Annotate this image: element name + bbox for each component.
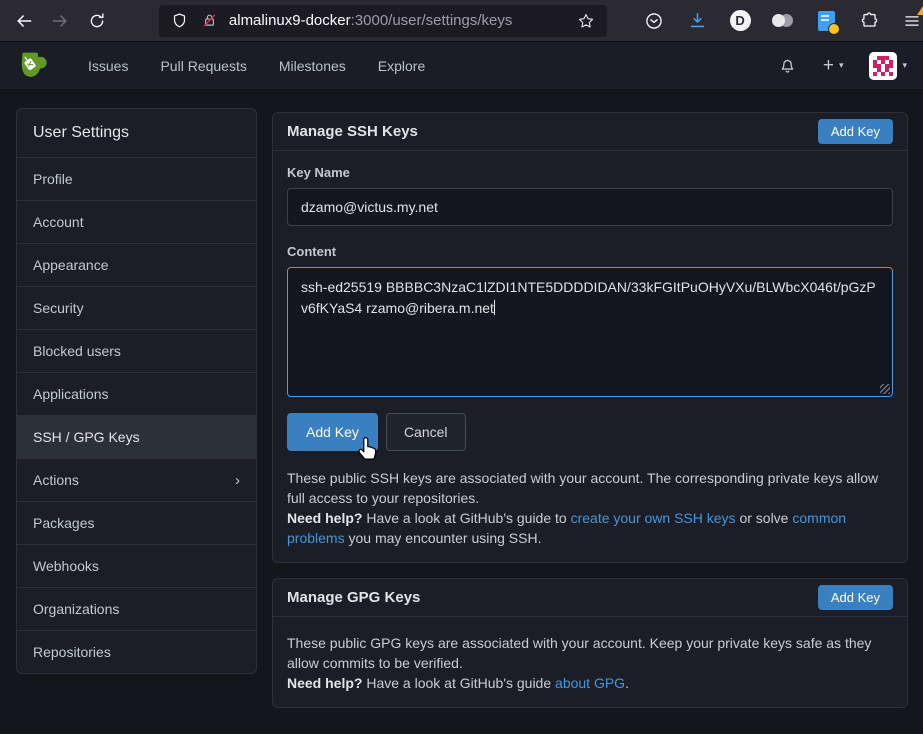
ssh-panel-title: Manage SSH Keys <box>287 123 418 140</box>
clock-badge-icon <box>828 23 840 35</box>
sidebar-item-blocked-users[interactable]: Blocked users <box>17 329 256 372</box>
key-name-input[interactable] <box>287 188 893 226</box>
gitea-navbar: Issues Pull Requests Milestones Explore … <box>0 42 923 90</box>
nav-item-explore[interactable]: Explore <box>362 48 441 84</box>
url-host: almalinux9-docker <box>229 12 351 29</box>
create-new-button[interactable]: + ▾ <box>823 56 844 75</box>
browser-toolbar: almalinux9-docker:3000/user/settings/key… <box>0 0 923 42</box>
pocket-icon[interactable] <box>643 10 665 32</box>
text-caret <box>494 300 495 315</box>
extension-document-icon[interactable] <box>815 10 837 32</box>
sidebar-item-actions[interactable]: Actions› <box>17 458 256 501</box>
nav-item-issues[interactable]: Issues <box>72 48 144 84</box>
content-label: Content <box>287 244 893 259</box>
downloads-icon[interactable] <box>686 10 708 32</box>
cancel-button[interactable]: Cancel <box>386 413 466 451</box>
sidebar-item-security[interactable]: Security <box>17 286 256 329</box>
resize-grip[interactable] <box>880 384 890 394</box>
gpg-keys-panel: Manage GPG Keys Add Key These public GPG… <box>272 578 908 708</box>
gpg-help-text: These public GPG keys are associated wit… <box>287 633 893 693</box>
reload-icon <box>88 12 106 30</box>
chevron-down-icon: ▾ <box>902 60 907 71</box>
chevron-right-icon: › <box>235 473 240 488</box>
extension-d-icon[interactable]: D <box>729 10 751 32</box>
sidebar-item-packages[interactable]: Packages <box>17 501 256 544</box>
notifications-button[interactable] <box>778 56 797 75</box>
toolbar-extensions: D <box>643 10 923 32</box>
key-content-value: ssh-ed25519 BBBBC3NzaC1lZDI1NTE5DDDDIDAN… <box>301 279 876 316</box>
bookmark-star-icon[interactable] <box>575 10 597 32</box>
ssh-add-key-header-button[interactable]: Add Key <box>818 119 893 144</box>
url-bar[interactable]: almalinux9-docker:3000/user/settings/key… <box>159 5 607 37</box>
avatar <box>869 52 897 80</box>
forward-icon <box>50 11 70 31</box>
key-content-textarea[interactable]: ssh-ed25519 BBBBC3NzaC1lZDI1NTE5DDDDIDAN… <box>287 267 893 397</box>
url-text[interactable]: almalinux9-docker:3000/user/settings/key… <box>229 12 567 29</box>
insecure-lock-icon[interactable] <box>199 10 221 32</box>
extension-circles-icon[interactable] <box>772 10 794 32</box>
extensions-puzzle-icon[interactable] <box>858 10 880 32</box>
add-key-submit-button[interactable]: Add Key <box>287 413 378 451</box>
nav-item-pull-requests[interactable]: Pull Requests <box>144 48 262 84</box>
sidebar-item-profile[interactable]: Profile <box>17 157 256 200</box>
key-name-label: Key Name <box>287 165 893 180</box>
nav-item-milestones[interactable]: Milestones <box>263 48 362 84</box>
gpg-add-key-header-button[interactable]: Add Key <box>818 585 893 610</box>
sidebar-item-appearance[interactable]: Appearance <box>17 243 256 286</box>
app-menu-icon[interactable] <box>901 10 923 32</box>
sidebar-item-webhooks[interactable]: Webhooks <box>17 544 256 587</box>
sidebar-item-organizations[interactable]: Organizations <box>17 587 256 630</box>
create-ssh-keys-link[interactable]: create your own SSH keys <box>571 510 736 526</box>
ssh-help-text: These public SSH keys are associated wit… <box>287 468 893 548</box>
gpg-panel-title: Manage GPG Keys <box>287 589 420 606</box>
back-icon <box>14 11 34 31</box>
chevron-down-icon: ▾ <box>839 60 844 71</box>
settings-sidebar: User Settings Profile Account Appearance… <box>16 108 257 674</box>
user-menu-button[interactable]: ▾ <box>869 52 907 80</box>
bell-icon <box>778 56 797 75</box>
sidebar-item-account[interactable]: Account <box>17 200 256 243</box>
ssh-need-help-label: Need help? <box>287 510 362 526</box>
back-button[interactable] <box>10 6 38 36</box>
sidebar-title: User Settings <box>17 109 256 157</box>
forward-button[interactable] <box>46 6 74 36</box>
url-path: :3000/user/settings/keys <box>351 12 513 29</box>
about-gpg-link[interactable]: about GPG <box>555 675 625 691</box>
reload-button[interactable] <box>83 6 111 36</box>
sidebar-item-applications[interactable]: Applications <box>17 372 256 415</box>
sidebar-item-ssh-gpg-keys[interactable]: SSH / GPG Keys <box>17 415 256 458</box>
update-badge-icon <box>917 6 923 15</box>
plus-icon: + <box>823 56 834 75</box>
sidebar-item-repositories[interactable]: Repositories <box>17 630 256 673</box>
tracking-shield-icon[interactable] <box>169 10 191 32</box>
ssh-keys-panel: Manage SSH Keys Add Key Key Name Content… <box>272 112 908 563</box>
gpg-need-help-label: Need help? <box>287 675 362 691</box>
gitea-logo-icon[interactable] <box>16 51 50 81</box>
